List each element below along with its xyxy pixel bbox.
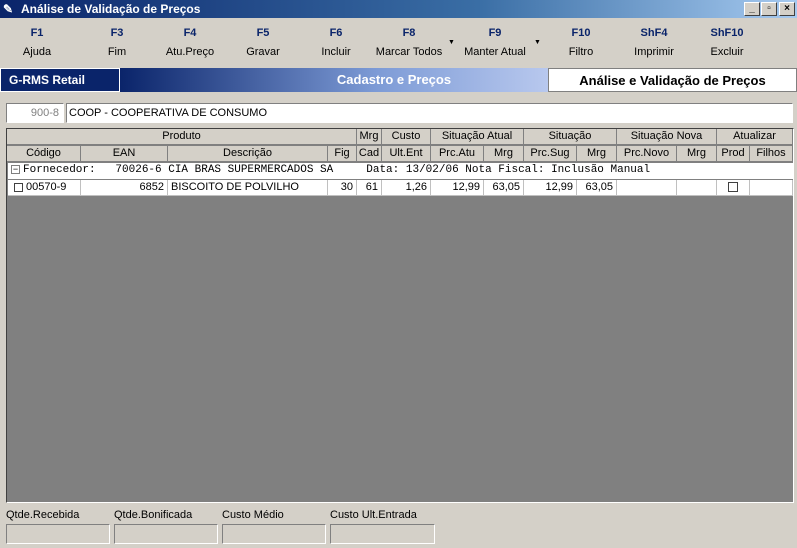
bonus-qty-label: Qtde.Bonificada <box>114 509 193 521</box>
group-header-new: Situação Nova <box>617 129 717 145</box>
fkey-label: F8 <box>402 27 416 39</box>
title-bar: ✎ Análise de Validação de Preços _ ▫ × <box>0 0 797 18</box>
col-header-fig[interactable]: Fig <box>328 146 357 162</box>
mark-all-dropdown-icon[interactable]: ▼ <box>448 39 455 46</box>
fkey-caption: Ajuda <box>22 46 52 58</box>
group-header-update: Atualizar <box>717 129 793 145</box>
fkey-label: F10 <box>571 27 591 39</box>
fkey-caption: Imprimir <box>634 46 674 58</box>
col-header-prod[interactable]: Prod <box>717 146 750 162</box>
group-header-margin: Mrg <box>357 129 382 145</box>
update-price-button[interactable]: F4 Atu.Preço <box>150 27 230 58</box>
minimize-button[interactable]: _ <box>744 2 760 16</box>
fkey-label: F9 <box>488 27 502 39</box>
app-pen-icon: ✎ <box>3 2 14 16</box>
fkey-caption: Filtro <box>568 46 594 58</box>
received-qty-field <box>6 524 110 544</box>
fkey-label: ShF4 <box>640 27 668 39</box>
cell-prc-novo[interactable] <box>617 180 677 196</box>
fkey-caption: Incluir <box>321 46 351 58</box>
col-header-mrg-sug[interactable]: Mrg <box>577 146 617 162</box>
group-header-product: Produto <box>7 129 357 145</box>
col-header-code[interactable]: Código <box>7 146 81 162</box>
screen-name: Análise e Validação de Preços <box>548 68 797 92</box>
cell-filhos <box>750 180 793 196</box>
store-name-field: COOP - COOPERATIVA DE CONSUMO <box>66 103 793 123</box>
fkey-caption: Marcar Todos <box>375 46 443 58</box>
last-entry-cost-field <box>330 524 435 544</box>
fkey-label: F6 <box>329 27 343 39</box>
mark-all-button[interactable]: F8 Marcar Todos <box>369 27 449 58</box>
app-name: G-RMS Retail <box>0 68 120 92</box>
maximize-button[interactable]: ▫ <box>761 2 777 16</box>
price-validation-grid[interactable]: Produto Mrg Custo Situação Atual Situaçã… <box>6 128 794 503</box>
group-header-cost: Custo <box>382 129 431 145</box>
group-header-suggested: Situação <box>524 129 617 145</box>
cell-prc-sug: 12,99 <box>524 180 577 196</box>
cell-fig: 30 <box>328 180 357 196</box>
store-code-field[interactable]: 900-8 <box>6 103 64 123</box>
function-key-toolbar: F1 Ajuda F3 Fim F4 Atu.Preço F5 Gravar F6 Inc… <box>0 18 797 66</box>
fkey-label: F4 <box>183 27 197 39</box>
fkey-caption: Manter Atual <box>464 46 526 58</box>
insert-button[interactable]: F6 Incluir <box>296 27 376 58</box>
fkey-caption: Excluir <box>710 46 744 58</box>
avg-cost-field <box>222 524 326 544</box>
col-header-filhos[interactable]: Filhos <box>750 146 793 162</box>
fkey-caption: Fim <box>107 46 127 58</box>
delete-button[interactable]: ShF10 Excluir <box>687 27 767 58</box>
fkey-caption: Gravar <box>246 46 280 58</box>
keep-current-button[interactable]: F9 Manter Atual <box>455 27 535 58</box>
cell-mrg-sug: 63,05 <box>577 180 617 196</box>
update-product-checkbox[interactable] <box>728 182 738 193</box>
cell-description: BISCOITO DE POLVILHO <box>168 180 328 196</box>
fkey-label: F1 <box>30 27 44 39</box>
group-header-current: Situação Atual <box>431 129 524 145</box>
fkey-label: F5 <box>256 27 270 39</box>
fkey-caption: Atu.Preço <box>165 46 215 58</box>
bonus-qty-field <box>114 524 218 544</box>
cell-code: 00570-9 <box>8 180 81 196</box>
help-button[interactable]: F1 Ajuda <box>0 27 77 58</box>
close-button[interactable]: × <box>779 2 795 16</box>
cell-prc-atu: 12,99 <box>431 180 484 196</box>
supplier-info: Fornecedor: 70026-6 CIA BRAS SUPERMERCAD… <box>23 164 651 176</box>
window-title: Análise de Validação de Preços <box>21 2 201 16</box>
end-button[interactable]: F3 Fim <box>77 27 157 58</box>
col-header-mrg-novo[interactable]: Mrg <box>677 146 717 162</box>
print-button[interactable]: ShF4 Imprimir <box>614 27 694 58</box>
col-header-prc-novo[interactable]: Prc.Novo <box>617 146 677 162</box>
store-selector: 900-8 COOP - COOPERATIVA DE CONSUMO <box>6 103 793 123</box>
received-qty-label: Qtde.Recebida <box>6 509 80 521</box>
cell-mrg-novo <box>677 180 717 196</box>
row-tree-checkbox[interactable] <box>14 182 23 192</box>
fkey-label: F3 <box>110 27 124 39</box>
section-name: Cadastro e Preços <box>120 68 548 92</box>
keep-current-dropdown-icon[interactable]: ▼ <box>534 39 541 46</box>
cell-mrg-atu: 63,05 <box>484 180 524 196</box>
col-header-cad[interactable]: Cad <box>357 146 382 162</box>
cell-prod <box>717 180 750 196</box>
code-value: 00570-9 <box>26 181 67 193</box>
col-header-prc-sug[interactable]: Prc.Sug <box>524 146 577 162</box>
table-row[interactable]: 00570-9 6852 BISCOITO DE POLVILHO 30 61 … <box>8 180 793 196</box>
col-header-mrg-atu[interactable]: Mrg <box>484 146 524 162</box>
module-banner: G-RMS Retail Cadastro e Preços Análise e… <box>0 68 797 92</box>
avg-cost-label: Custo Médio <box>222 509 284 521</box>
col-header-description[interactable]: Descrição <box>168 146 328 162</box>
cell-ult-ent: 1,26 <box>382 180 431 196</box>
cell-cad: 61 <box>357 180 382 196</box>
supplier-group-row[interactable]: − Fornecedor: 70026-6 CIA BRAS SUPERMERCA… <box>8 163 793 179</box>
window-controls: _ ▫ × <box>743 2 795 16</box>
filter-button[interactable]: F10 Filtro <box>541 27 621 58</box>
col-header-ean[interactable]: EAN <box>81 146 168 162</box>
totals-footer: Qtde.Recebida Qtde.Bonificada Custo Médi… <box>0 505 797 548</box>
col-header-prc-atu[interactable]: Prc.Atu <box>431 146 484 162</box>
collapse-icon[interactable]: − <box>11 164 20 174</box>
last-entry-cost-label: Custo Ult.Entrada <box>330 509 417 521</box>
cell-ean: 6852 <box>81 180 168 196</box>
save-button[interactable]: F5 Gravar <box>223 27 303 58</box>
col-header-ult-ent[interactable]: Ult.Ent <box>382 146 431 162</box>
fkey-label: ShF10 <box>710 27 744 39</box>
